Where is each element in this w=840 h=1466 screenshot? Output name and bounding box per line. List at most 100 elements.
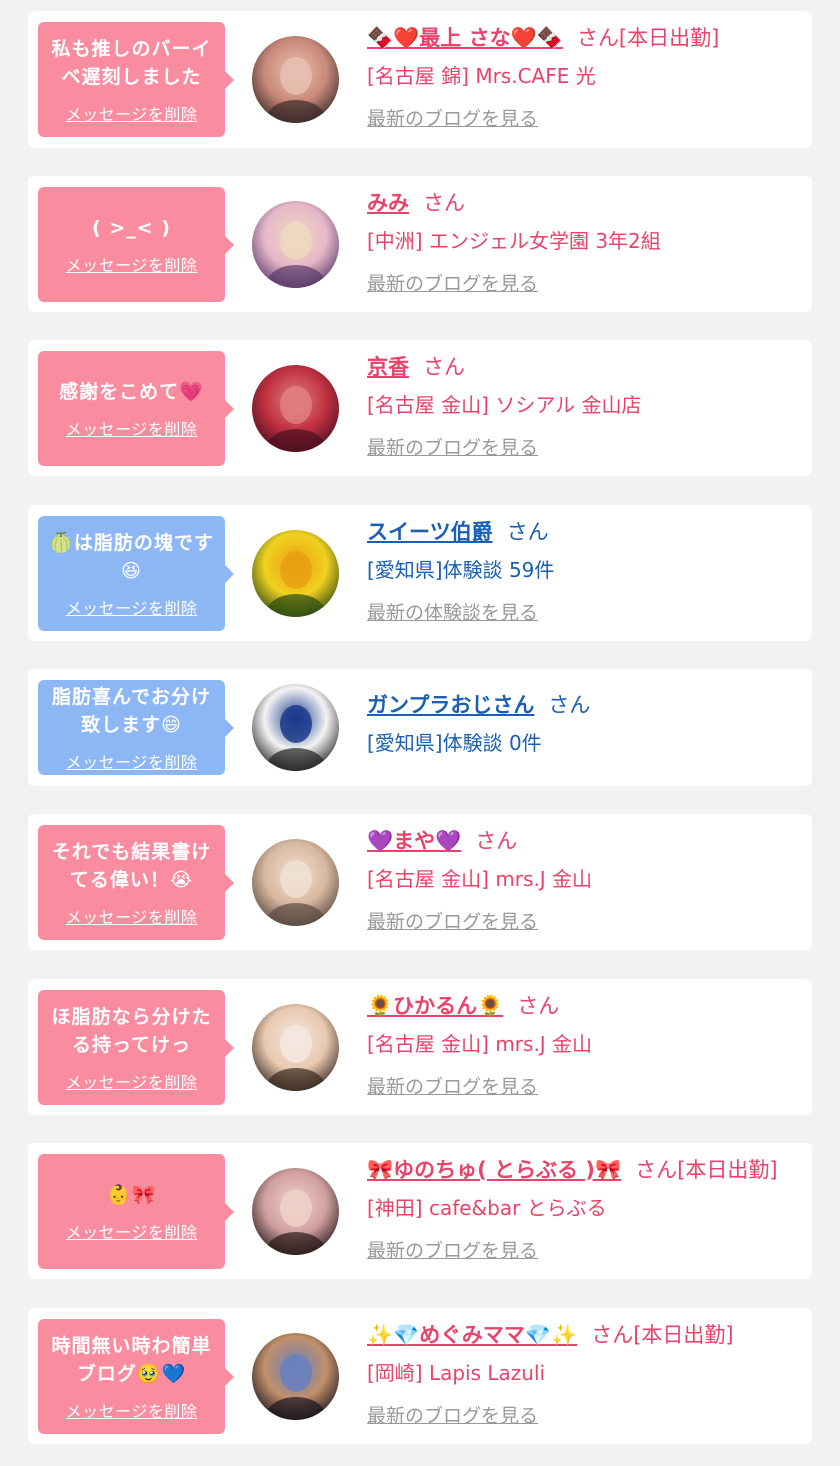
member-name-row: ✨💎めぐみママ💎✨ さん[本日出勤] (367, 1317, 802, 1353)
avatar-image (252, 684, 339, 771)
member-name-link[interactable]: 🌻ひかるん🌻 (367, 994, 503, 1018)
message-bubble: ( >_< ) メッセージを削除 (38, 187, 234, 302)
message-bubble: 👶🎀 メッセージを削除 (38, 1154, 234, 1269)
delete-message-link[interactable]: メッセージを削除 (66, 1219, 198, 1243)
member-honorific: さん (475, 829, 518, 853)
member-info: 🎀ゆのちゅ( とらぶる )🎀 さん[本日出勤] [神田] cafe&bar とらぶる… (367, 1152, 802, 1266)
member-honorific: さん (423, 191, 465, 215)
message-text: 👶🎀 (106, 1183, 157, 1206)
message-card: 脂肪喜んでお分け 致します😄 メッセージを削除 ガンプラおじさん さん [愛知県]体験談… (28, 669, 812, 786)
delete-message-link[interactable]: メッセージを削除 (66, 1398, 198, 1422)
latest-post-link[interactable]: 最新のブログを見る (367, 1236, 538, 1266)
member-name-link[interactable]: 🍫❤️最上 さな❤️🍫 (367, 26, 563, 50)
member-info: 🌻ひかるん🌻 さん [名古屋 金山] mrs.J 金山最新のブログを見る (367, 988, 802, 1102)
message-list: 私も推しのバーイ ベ遅刻しましたメッセージを削除 🍫❤️最上 さな❤️🍫 さん[本日… (0, 0, 840, 1466)
message-text: ほ脂肪なら分けた る持ってけっ (51, 1005, 212, 1056)
shop-label: [中洲] エンジェル女学園 3年2組 (367, 229, 661, 253)
message-bubble: それでも結果書け てる偉い！😭 メッセージを削除 (38, 825, 234, 940)
avatar-image (252, 201, 339, 288)
member-info: ガンプラおじさん さん [愛知県]体験談 0件 (367, 687, 802, 761)
avatar-woman-photo[interactable] (252, 365, 339, 452)
latest-post-link[interactable]: 最新のブログを見る (367, 1401, 538, 1431)
member-info: みみ さん [中洲] エンジェル女学園 3年2組最新のブログを見る (367, 185, 802, 299)
message-card: 私も推しのバーイ ベ遅刻しましたメッセージを削除 🍫❤️最上 さな❤️🍫 さん[本日… (28, 11, 812, 148)
member-name-link[interactable]: 京香 (367, 355, 409, 379)
avatar-image (252, 365, 339, 452)
member-name-link[interactable]: 🎀ゆのちゅ( とらぶる )🎀 (367, 1158, 621, 1182)
shop-label: [神田] cafe&bar とらぶる (367, 1196, 607, 1220)
member-honorific: さん (423, 355, 465, 379)
message-text: 🍈は脂肪の塊です 😆 (49, 531, 214, 582)
message-text: 時間無い時わ簡単 ブログ🥹💙 (51, 1334, 212, 1385)
delete-message-link[interactable]: メッセージを削除 (66, 101, 198, 125)
shop-label: [岡崎] Lapis Lazuli (367, 1361, 546, 1385)
avatar-woman-photo[interactable] (252, 201, 339, 288)
member-name-row: 🎀ゆのちゅ( とらぶる )🎀 さん[本日出勤] (367, 1152, 802, 1188)
message-text: 脂肪喜んでお分け 致します😄 (51, 685, 212, 736)
avatar-image (252, 530, 339, 617)
member-name-link[interactable]: 💜まや💜 (367, 829, 461, 853)
avatar-woman-photo[interactable] (252, 1333, 339, 1420)
member-name-row: みみ さん (367, 185, 802, 221)
member-name-link[interactable]: みみ (367, 191, 409, 215)
message-bubble: ほ脂肪なら分けた る持ってけっメッセージを削除 (38, 990, 234, 1105)
member-honorific: さん[本日出勤] (576, 26, 720, 50)
avatar-flower-photo[interactable] (252, 530, 339, 617)
member-info: 🍫❤️最上 さな❤️🍫 さん[本日出勤] [名古屋 錦] Mrs.CAFE 光最新の… (367, 20, 802, 134)
message-bubble: 時間無い時わ簡単 ブログ🥹💙 メッセージを削除 (38, 1319, 234, 1434)
member-name-row: 京香 さん (367, 349, 802, 385)
avatar-woman-photo[interactable] (252, 36, 339, 123)
latest-post-link[interactable]: 最新の体験談を見る (367, 598, 538, 628)
avatar-image (252, 839, 339, 926)
message-card: ( >_< ) メッセージを削除 みみ さん [中洲] エンジェル女学園 3年2組最新の… (28, 176, 812, 312)
message-bubble: 私も推しのバーイ ベ遅刻しましたメッセージを削除 (38, 22, 234, 137)
shop-label: [愛知県]体験談 0件 (367, 731, 542, 755)
message-text: それでも結果書け てる偉い！😭 (51, 840, 212, 891)
member-name-row: 💜まや💜 さん (367, 823, 802, 859)
delete-message-link[interactable]: メッセージを削除 (66, 904, 198, 928)
member-info: ✨💎めぐみママ💎✨ さん[本日出勤] [岡崎] Lapis Lazuli 最新のブログ… (367, 1317, 802, 1431)
avatar-woman-photo[interactable] (252, 1168, 339, 1255)
message-card: それでも結果書け てる偉い！😭 メッセージを削除 💜まや💜 さん [名古屋 金山] mr… (28, 814, 812, 950)
shop-label: [愛知県]体験談 59件 (367, 558, 555, 582)
avatar-image (252, 1333, 339, 1420)
message-card: 時間無い時わ簡単 ブログ🥹💙 メッセージを削除 ✨💎めぐみママ💎✨ さん[本日出勤] [… (28, 1308, 812, 1444)
shop-label: [名古屋 金山] ソシアル 金山店 (367, 393, 642, 417)
message-text: 私も推しのバーイ ベ遅刻しました (51, 37, 212, 88)
member-name-row: ガンプラおじさん さん (367, 687, 802, 723)
message-card: 感謝をこめて💗 メッセージを削除 京香 さん [名古屋 金山] ソシアル 金山店最新のブ… (28, 340, 812, 476)
avatar-woman-photo[interactable] (252, 1004, 339, 1091)
message-bubble: 🍈は脂肪の塊です 😆 メッセージを削除 (38, 516, 234, 631)
member-honorific: さん[本日出勤] (591, 1323, 734, 1347)
delete-message-link[interactable]: メッセージを削除 (66, 416, 198, 440)
avatar-image (252, 1168, 339, 1255)
member-honorific: さん (517, 994, 560, 1018)
latest-post-link[interactable]: 最新のブログを見る (367, 433, 538, 463)
delete-message-link[interactable]: メッセージを削除 (66, 1069, 198, 1093)
avatar-robot-photo[interactable] (252, 684, 339, 771)
member-honorific: さん[本日出勤] (635, 1158, 778, 1182)
shop-label: [名古屋 金山] mrs.J 金山 (367, 867, 593, 891)
message-text: 感謝をこめて💗 (59, 380, 204, 403)
delete-message-link[interactable]: メッセージを削除 (66, 595, 198, 619)
message-card: 🍈は脂肪の塊です 😆 メッセージを削除 スイーツ伯爵 さん [愛知県]体験談 59件最新… (28, 505, 812, 641)
member-honorific: さん (548, 693, 591, 717)
member-name-link[interactable]: ガンプラおじさん (367, 693, 534, 717)
shop-label: [名古屋 金山] mrs.J 金山 (367, 1032, 593, 1056)
member-name-row: スイーツ伯爵 さん (367, 514, 802, 550)
avatar-image (252, 36, 339, 123)
latest-post-link[interactable]: 最新のブログを見る (367, 104, 538, 134)
message-text: ( >_< ) (92, 216, 171, 239)
latest-post-link[interactable]: 最新のブログを見る (367, 269, 538, 299)
avatar-woman-photo[interactable] (252, 839, 339, 926)
member-name-row: 🍫❤️最上 さな❤️🍫 さん[本日出勤] (367, 20, 802, 56)
delete-message-link[interactable]: メッセージを削除 (66, 749, 198, 773)
latest-post-link[interactable]: 最新のブログを見る (367, 907, 538, 937)
member-info: 京香 さん [名古屋 金山] ソシアル 金山店最新のブログを見る (367, 349, 802, 463)
member-name-link[interactable]: スイーツ伯爵 (367, 520, 493, 544)
delete-message-link[interactable]: メッセージを削除 (66, 252, 198, 276)
latest-post-link[interactable]: 最新のブログを見る (367, 1072, 538, 1102)
message-bubble: 感謝をこめて💗 メッセージを削除 (38, 351, 234, 466)
member-name-link[interactable]: ✨💎めぐみママ💎✨ (367, 1323, 577, 1347)
message-card: ほ脂肪なら分けた る持ってけっメッセージを削除 🌻ひかるん🌻 さん [名古屋 金山] … (28, 979, 812, 1115)
